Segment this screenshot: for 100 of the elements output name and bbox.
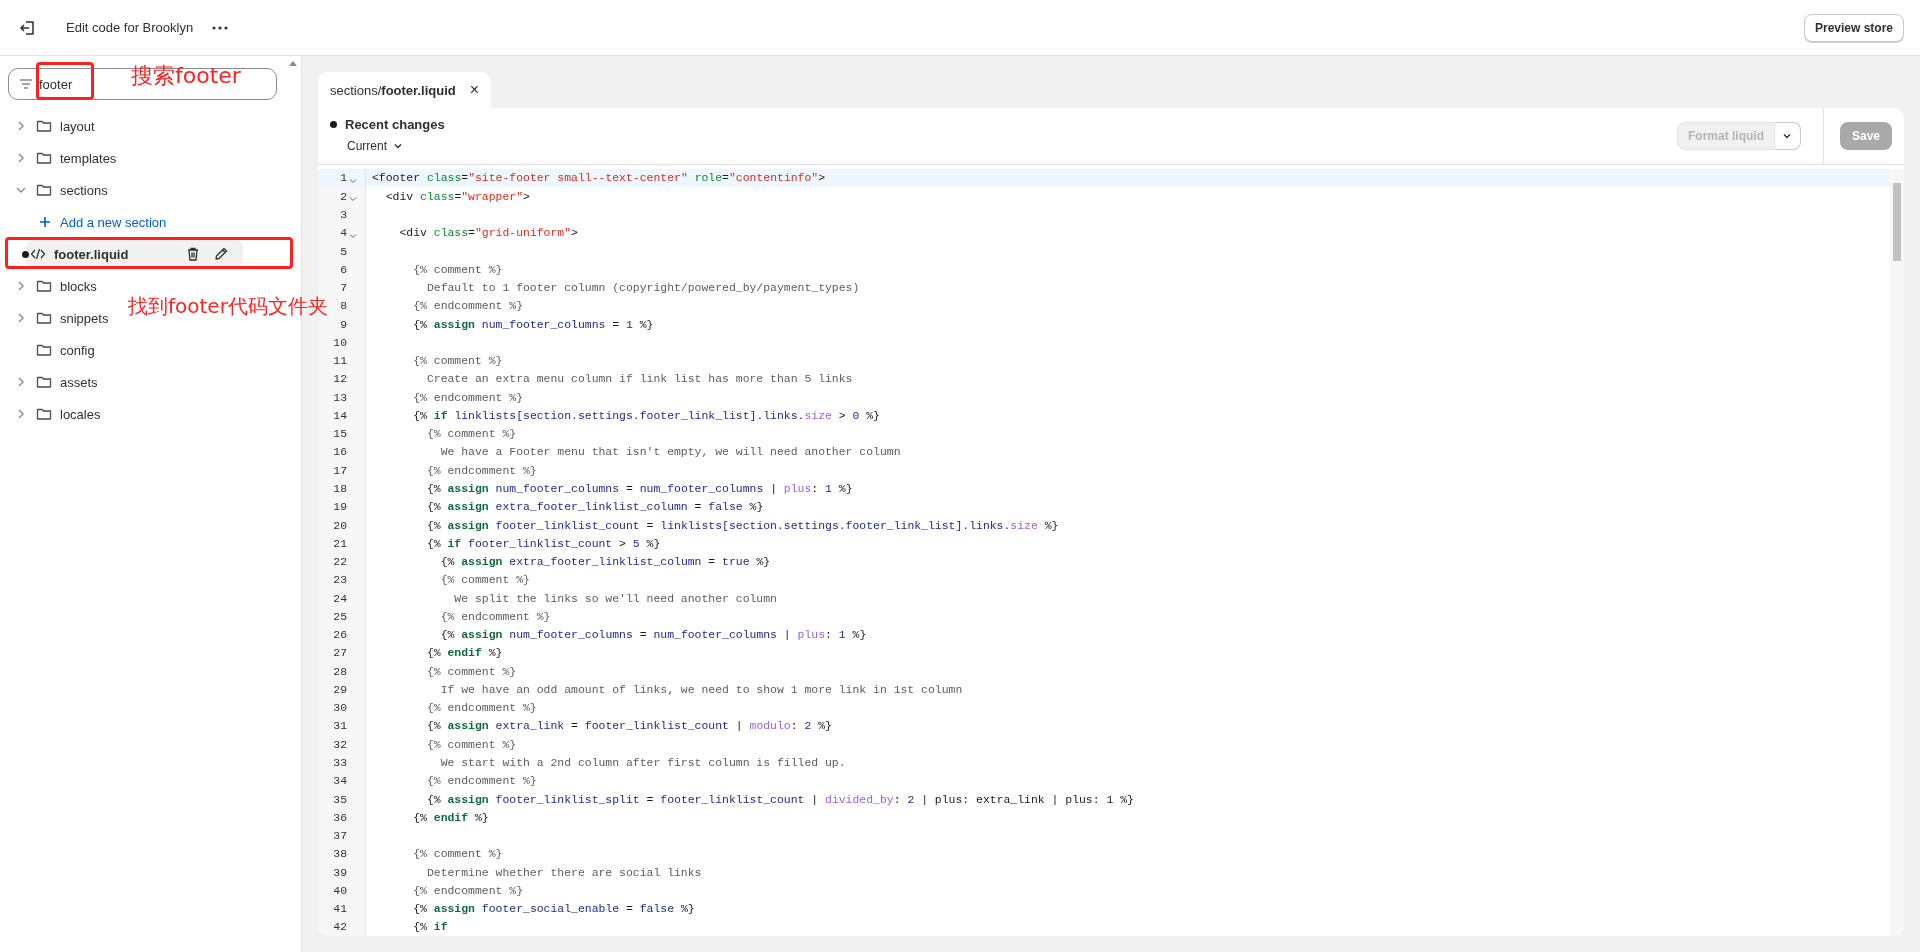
line-number: 21: [333, 536, 347, 550]
code-line: {% comment %}: [439, 573, 530, 587]
code-line: {% if footer_linklist_count > 5 %}: [425, 536, 661, 550]
code-line: <div class="grid-uniform">: [398, 226, 578, 240]
folder-icon: [36, 342, 52, 358]
line-number: 24: [333, 591, 347, 605]
version-dropdown[interactable]: Current: [330, 138, 445, 155]
line-number: 14: [333, 408, 347, 422]
folder-row[interactable]: assets: [8, 366, 104, 398]
scrollbar-thumb[interactable]: [1893, 182, 1901, 261]
line-number: 29: [333, 682, 347, 696]
line-number: 36: [333, 810, 347, 824]
code-line: Determine whether there are social links: [425, 865, 702, 879]
file-row[interactable]: footer.liquid: [26, 240, 243, 268]
code-line: {% if linklists[section.settings.footer_link_list].links.size > 0 %}: [412, 408, 880, 422]
line-number: 35: [333, 792, 347, 806]
line-number: 28: [333, 664, 347, 678]
line-number: 1: [340, 171, 347, 185]
code-line: {% assign footer_social_enable = false %}: [412, 902, 695, 916]
line-number: 23: [333, 573, 347, 587]
annotation-label: 找到footer代码文件夹: [128, 293, 328, 320]
folder-row[interactable]: layout: [8, 110, 101, 142]
line-number: 39: [333, 865, 347, 879]
line-number: 31: [333, 719, 347, 733]
folder-icon: [36, 374, 52, 390]
code-line: {% assign footer_linklist_count = linklists[section.settings.footer_link_list].links.size %}: [425, 518, 1059, 532]
close-icon[interactable]: ×: [469, 81, 480, 99]
pencil-icon[interactable]: [213, 246, 229, 262]
line-number: 8: [340, 299, 347, 313]
folder-row[interactable]: sections: [8, 174, 114, 206]
code-line: We split the links so we'll need another column: [453, 591, 777, 605]
line-number: 11: [333, 354, 347, 368]
code-line: Default to 1 footer column (copyright/powered_by/payment_types): [425, 281, 860, 295]
recent-changes-title: Recent changes: [345, 117, 445, 133]
code-line: {% endcomment %}: [425, 774, 537, 788]
folder-row[interactable]: snippets: [8, 302, 115, 334]
code-line: {% if: [412, 920, 448, 934]
file-tab[interactable]: sections/footer.liquid ×: [318, 72, 492, 108]
code-line: We have a Footer menu that isn't empty, we will need another column: [439, 445, 901, 459]
fold-chevron-icon[interactable]: [349, 231, 357, 240]
folder-row[interactable]: blocks: [8, 270, 103, 302]
line-number: 5: [340, 244, 347, 258]
preview-store-button[interactable]: Preview store: [1803, 13, 1904, 42]
line-number: 33: [333, 755, 347, 769]
line-number: 6: [340, 262, 347, 276]
code-line: <div class="wrapper">: [384, 189, 530, 203]
code-line: Create an extra menu column if link list has more than 5 links: [425, 372, 853, 386]
add-section-link[interactable]: Add a new section: [60, 214, 167, 230]
code-line: {% endif %}: [425, 646, 503, 660]
code-line: {% comment %}: [425, 737, 517, 751]
line-number: 9: [340, 317, 347, 331]
code-icon: [30, 246, 46, 262]
plus-icon: [38, 215, 52, 229]
line-number: 32: [333, 737, 347, 751]
page-title: Edit code for Brooklyn: [66, 20, 194, 35]
code-line: {% comment %}: [425, 664, 517, 678]
code-line: {% endcomment %}: [412, 883, 523, 897]
line-number: 41: [333, 902, 347, 916]
code-line: If we have an odd amount of links, we need to show 1 more link in 1st column: [439, 682, 963, 696]
folder-icon: [36, 406, 52, 422]
line-number: 19: [333, 500, 347, 514]
line-number: 22: [333, 555, 347, 569]
folder-row[interactable]: templates: [8, 142, 123, 174]
trash-icon[interactable]: [185, 246, 201, 262]
line-number: 34: [333, 774, 347, 788]
line-number: 26: [333, 628, 347, 642]
line-number: 12: [333, 372, 347, 386]
fold-chevron-icon[interactable]: [349, 176, 357, 185]
line-number: 7: [340, 281, 347, 295]
filter-icon[interactable]: [19, 77, 33, 91]
folder-row[interactable]: locales: [8, 398, 107, 430]
line-number: 16: [333, 445, 347, 459]
code-line: {% assign extra_footer_linklist_column = false %}: [425, 500, 764, 514]
code-line: {% endcomment %}: [425, 463, 537, 477]
annotation-box: [36, 62, 94, 100]
line-number: 40: [333, 883, 347, 897]
folder-icon: [36, 310, 52, 326]
code-line: {% assign num_footer_columns = num_footer_columns | plus: 1 %}: [425, 482, 853, 495]
folder-icon: [36, 278, 52, 294]
code-line: {% assign extra_footer_linklist_column = true %}: [439, 555, 771, 569]
line-number: 10: [333, 335, 347, 349]
code-line: {% comment %}: [412, 354, 503, 368]
line-number: 30: [333, 701, 347, 715]
code-line: {% comment %}: [412, 262, 503, 276]
line-number: 3: [340, 208, 347, 221]
fold-chevron-icon[interactable]: [349, 195, 357, 204]
line-number: 27: [333, 646, 347, 660]
code-line: {% comment %}: [412, 847, 503, 861]
code-line: <footer class="site-footer small--text-center" role="contentinfo">: [371, 171, 826, 185]
line-number: 38: [333, 847, 347, 861]
folder-icon: [36, 182, 52, 198]
line-number: 37: [333, 829, 347, 843]
code-line: {% endcomment %}: [439, 609, 551, 623]
line-number: 20: [333, 518, 347, 532]
code-line: {% endcomment %}: [412, 299, 523, 313]
code-line: {% endcomment %}: [425, 701, 537, 715]
folder-label[interactable]: config: [60, 342, 95, 358]
status-dot: [330, 121, 337, 129]
line-number: 18: [333, 482, 347, 495]
scroll-up-icon[interactable]: [289, 60, 297, 66]
